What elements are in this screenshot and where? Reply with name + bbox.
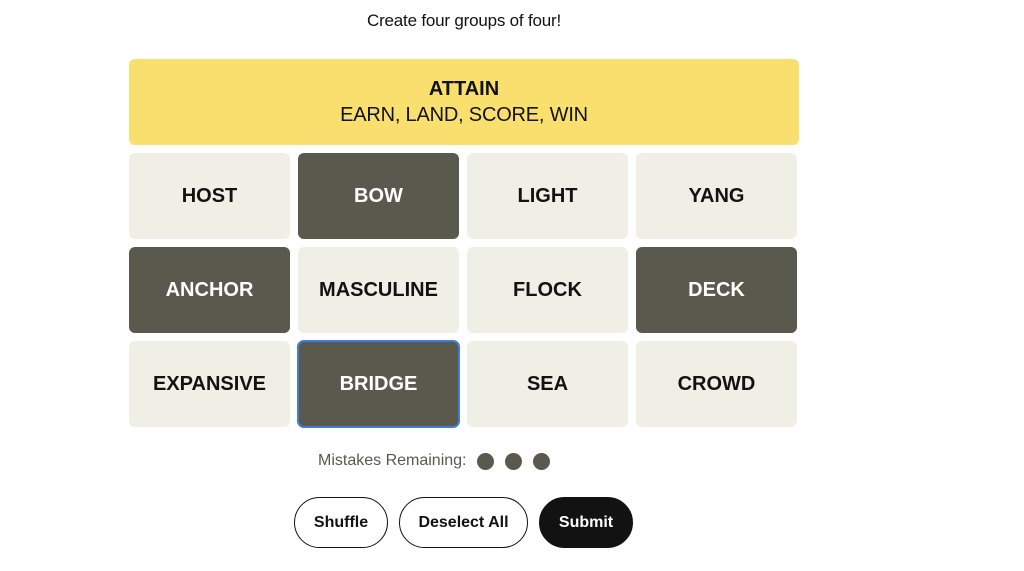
connections-game: Create four groups of four! ATTAIN EARN,… (0, 0, 1024, 571)
solved-group-members: EARN, LAND, SCORE, WIN (340, 104, 588, 126)
tile-grid: HOST BOW LIGHT YANG ANCHOR MASCULINE FLO… (129, 153, 799, 428)
mistake-dots (476, 452, 561, 470)
word-tile[interactable]: EXPANSIVE (129, 341, 290, 427)
mistakes-remaining: Mistakes Remaining: (318, 452, 561, 470)
word-tile[interactable]: HOST (129, 153, 290, 239)
word-tile[interactable]: SEA (467, 341, 628, 427)
word-tile[interactable]: LIGHT (467, 153, 628, 239)
word-tile[interactable]: FLOCK (467, 247, 628, 333)
word-tile[interactable]: BRIDGE (297, 340, 460, 428)
instructions-text: Create four groups of four! (367, 11, 561, 30)
mistake-dot (476, 452, 494, 470)
mistake-dot (532, 452, 550, 470)
mistakes-label: Mistakes Remaining: (318, 452, 467, 469)
word-tile[interactable]: MASCULINE (298, 247, 459, 333)
solved-group-yellow: ATTAIN EARN, LAND, SCORE, WIN (129, 59, 799, 145)
word-tile[interactable]: CROWD (636, 341, 797, 427)
word-tile[interactable]: BOW (298, 153, 459, 239)
word-tile[interactable]: ANCHOR (129, 247, 290, 333)
mistake-dot (504, 452, 522, 470)
shuffle-button[interactable]: Shuffle (294, 497, 388, 548)
submit-button[interactable]: Submit (539, 497, 633, 548)
solved-group-title: ATTAIN (428, 78, 500, 100)
deselect-all-button[interactable]: Deselect All (399, 497, 528, 548)
word-tile[interactable]: YANG (636, 153, 797, 239)
game-controls: Shuffle Deselect All Submit (294, 497, 633, 548)
word-tile[interactable]: DECK (636, 247, 797, 333)
game-board: ATTAIN EARN, LAND, SCORE, WIN HOST BOW L… (129, 59, 799, 428)
